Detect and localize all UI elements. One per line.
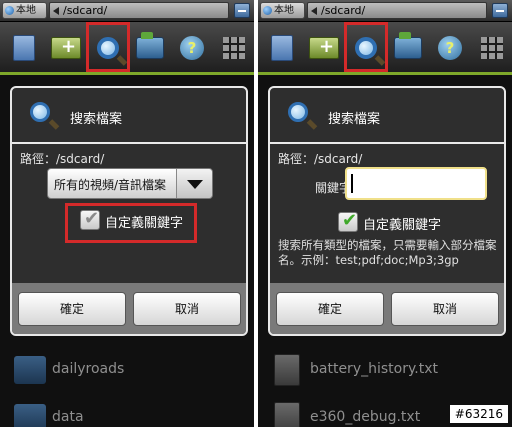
home-label: 本地	[274, 5, 294, 16]
toolbar: ?	[0, 22, 254, 75]
add-icon	[51, 36, 81, 59]
cancel-button[interactable]: 取消	[133, 292, 241, 326]
help-icon: ?	[180, 36, 204, 60]
search-dialog: 搜索檔案 路徑：/sdcard/ 所有的視頻/音訊檔案 ✔ 自定義關鍵字 確定 …	[10, 86, 248, 336]
file-name: data	[52, 409, 84, 425]
checkbox-label: 自定義關鍵字	[363, 218, 442, 233]
folder-icon	[136, 32, 164, 59]
home-button[interactable]: 本地	[260, 2, 305, 19]
globe-icon	[263, 6, 272, 15]
dialog-header: 搜索檔案	[12, 88, 246, 144]
status-bar: 本地 /sdcard/	[258, 0, 512, 22]
path-bar[interactable]: /sdcard/	[49, 2, 229, 19]
add-icon	[309, 36, 339, 59]
highlight-box	[65, 203, 197, 243]
grid-icon	[481, 37, 503, 59]
grid-menu-button[interactable]	[214, 26, 254, 70]
ok-button[interactable]: 確定	[276, 292, 384, 326]
search-icon	[30, 102, 50, 122]
file-name: battery_history.txt	[310, 361, 438, 377]
path-bar[interactable]: /sdcard/	[307, 2, 487, 19]
file-type-dropdown[interactable]: 所有的視頻/音訊檔案	[47, 168, 213, 199]
toolbar: ?	[258, 22, 512, 75]
dropdown-value: 所有的視頻/音訊檔案	[54, 178, 167, 192]
watermark: #63216	[449, 405, 508, 423]
file-name: dailyroads	[52, 361, 125, 377]
highlight-box	[86, 22, 130, 72]
checkbox[interactable]: ✔	[338, 210, 358, 232]
home-label: 本地	[16, 5, 36, 16]
path-label: 路徑：/sdcard/	[278, 152, 363, 166]
home-button[interactable]: 本地	[2, 2, 47, 19]
search-icon	[288, 102, 308, 122]
documents-button[interactable]	[4, 26, 44, 70]
file-icon	[274, 402, 300, 427]
globe-icon	[5, 6, 14, 15]
dialog-title: 搜索檔案	[70, 112, 123, 127]
right-screen: 本地 /sdcard/ ? 搜索檔案 路徑：/sdcard/ 關鍵字：	[258, 0, 512, 427]
new-folder-button[interactable]	[304, 26, 344, 70]
dialog-button-bar: 確定 取消	[270, 283, 504, 334]
dialog-title: 搜索檔案	[328, 112, 381, 127]
dropdown-button[interactable]	[176, 169, 212, 198]
help-button[interactable]: ?	[172, 26, 212, 70]
document-icon	[13, 35, 35, 61]
chevron-down-icon	[187, 180, 203, 189]
left-screen: 本地 /sdcard/ ? 搜索檔案 路徑：/sdcard/ 所有的視頻/音訊檔…	[0, 0, 254, 427]
status-bar: 本地 /sdcard/	[0, 0, 254, 22]
dialog-button-bar: 確定 取消	[12, 283, 246, 334]
documents-button[interactable]	[262, 26, 302, 70]
ok-button[interactable]: 確定	[18, 292, 126, 326]
folder-up-button[interactable]	[388, 26, 428, 70]
dialog-header: 搜索檔案	[270, 88, 504, 144]
path-label: 路徑：/sdcard/	[20, 152, 105, 166]
text-caret	[351, 174, 353, 193]
search-dialog: 搜索檔案 路徑：/sdcard/ 關鍵字： ✔ 自定義關鍵字 搜索所有類型的檔案…	[268, 86, 506, 336]
file-name: e360_debug.txt	[310, 409, 421, 425]
new-folder-button[interactable]	[46, 26, 86, 70]
folder-up-button[interactable]	[130, 26, 170, 70]
document-icon	[271, 35, 293, 61]
minimize-button[interactable]	[492, 3, 508, 18]
grid-icon	[223, 37, 245, 59]
folder-icon	[394, 32, 422, 59]
folder-icon	[14, 404, 46, 427]
help-icon: ?	[438, 36, 462, 60]
file-icon	[274, 354, 300, 386]
search-hint: 搜索所有類型的檔案，只需要輸入部分檔案名。示例：test;pdf;doc;Mp3…	[278, 238, 497, 267]
back-arrow-icon	[311, 7, 317, 15]
highlight-box	[344, 22, 388, 72]
current-path: /sdcard/	[321, 4, 366, 17]
cancel-button[interactable]: 取消	[391, 292, 499, 326]
help-button[interactable]: ?	[430, 26, 470, 70]
minimize-button[interactable]	[234, 3, 250, 18]
back-arrow-icon	[53, 7, 59, 15]
keyword-input[interactable]	[345, 167, 487, 200]
current-path: /sdcard/	[63, 4, 108, 17]
grid-menu-button[interactable]	[472, 26, 512, 70]
check-icon: ✔	[342, 210, 358, 231]
folder-icon	[14, 356, 46, 384]
